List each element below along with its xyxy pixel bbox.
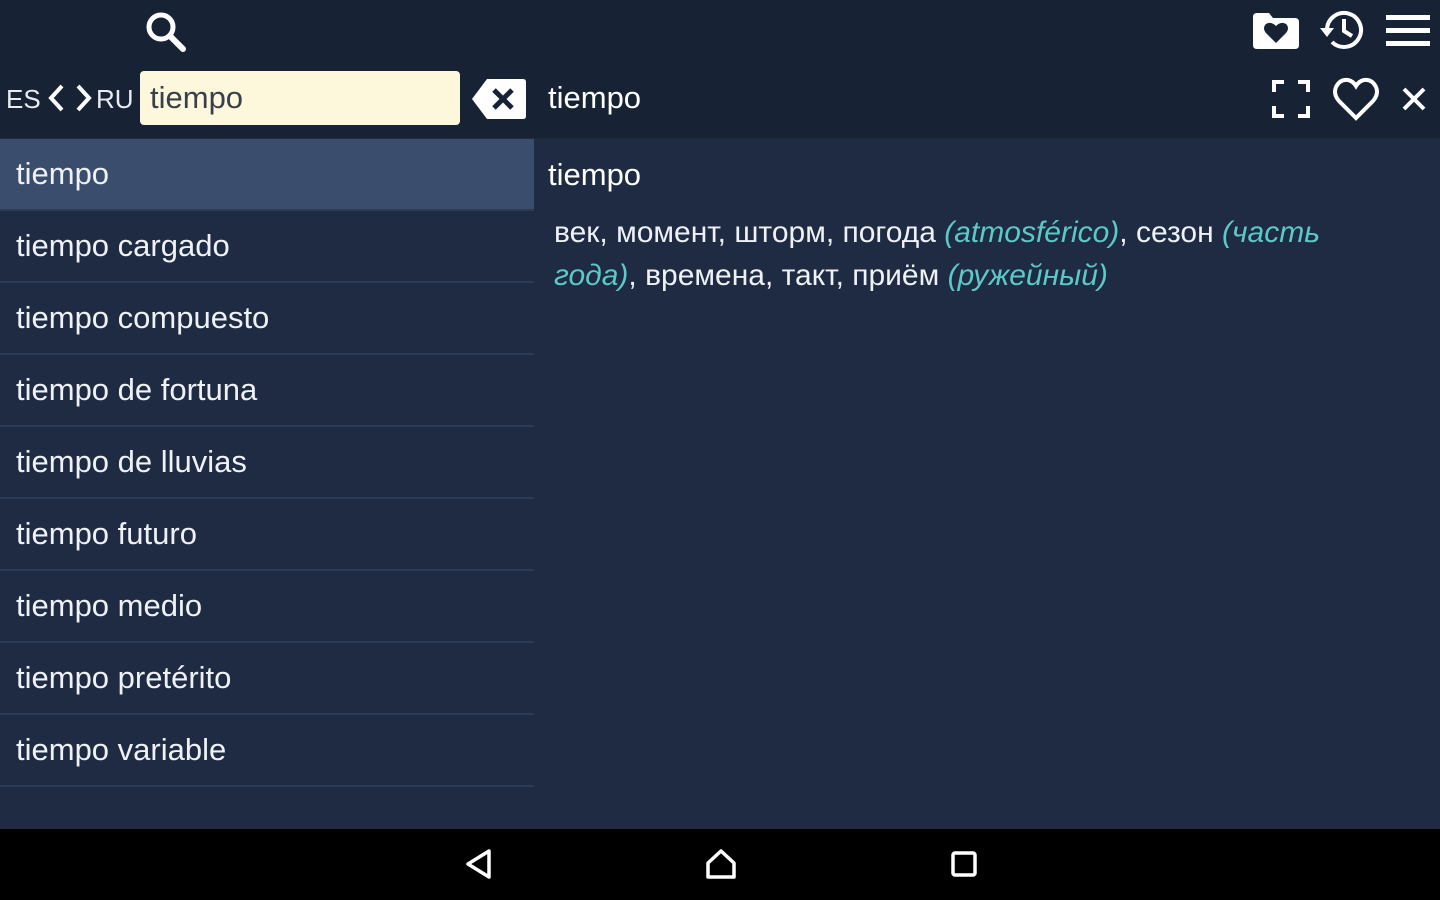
swap-right-button[interactable] [70,80,96,116]
usage-note: (atmosférico) [944,216,1120,249]
word-list: tiempo tiempo cargado tiempo compuesto t… [0,139,534,829]
search-button[interactable] [138,6,192,56]
entry-header-word: tiempo [548,80,642,115]
heart-icon [1333,77,1379,121]
recents-icon [951,851,977,877]
fullscreen-icon [1272,80,1310,118]
recents-button[interactable] [938,837,990,891]
entry-detail-panel: tiempo век, момент, шторм, погода (atmos… [534,139,1440,829]
clear-search-button[interactable] [470,76,528,122]
chevron-right-icon [76,84,92,112]
favorites-folder-button[interactable] [1248,6,1304,56]
menu-button[interactable] [1380,6,1436,56]
list-item[interactable]: tiempo pretérito [0,643,534,715]
close-icon [1402,87,1426,111]
search-input[interactable] [140,71,460,125]
system-navigation-bar [0,829,1440,900]
list-item[interactable]: tiempo cargado [0,211,534,283]
list-item[interactable]: tiempo medio [0,571,534,643]
list-item[interactable]: tiempo variable [0,715,534,787]
swap-left-button[interactable] [44,80,70,116]
favorites-folder-icon [1253,13,1299,49]
chevron-left-icon [48,84,64,112]
source-language-label[interactable]: ES [6,84,41,115]
history-icon [1320,10,1363,49]
home-icon [706,849,736,879]
list-item[interactable]: tiempo de fortuna [0,355,534,427]
history-button[interactable] [1314,4,1370,56]
backspace-clear-icon [472,79,526,119]
translation-text: , времена, такт, приём [628,259,948,292]
translation-text: , сезон [1119,216,1222,249]
back-button[interactable] [454,837,504,891]
list-item[interactable]: tiempo compuesto [0,283,534,355]
list-item[interactable]: tiempo de lluvias [0,427,534,499]
back-icon [466,849,491,879]
entry-headword: tiempo [548,157,642,192]
translation-text: век, момент, шторм, погода [554,216,945,249]
list-item[interactable]: tiempo [0,139,534,211]
home-button[interactable] [694,837,748,891]
usage-note: (ружейный) [947,259,1108,292]
list-item[interactable]: tiempo futuro [0,499,534,571]
add-favorite-button[interactable] [1328,72,1384,126]
menu-icon [1386,15,1430,46]
top-toolbar: ES RU tiempo [0,0,1440,138]
entry-translation: век, момент, шторм, погода (atmosférico)… [554,211,1404,297]
close-entry-button[interactable] [1392,76,1436,122]
search-icon [146,12,186,52]
target-language-label[interactable]: RU [96,84,134,115]
fullscreen-button[interactable] [1266,74,1316,124]
